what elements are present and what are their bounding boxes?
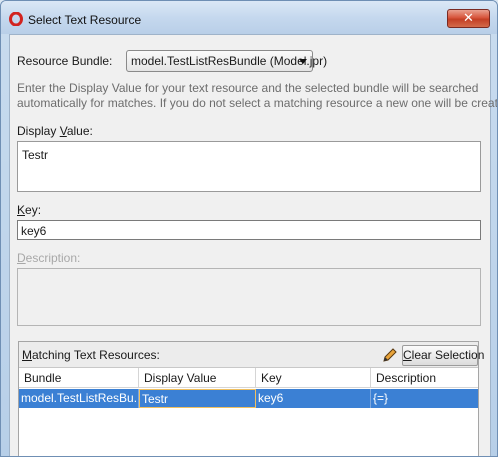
matching-resources-panel: Matching Text Resources: Clear Selection… xyxy=(18,341,484,456)
matching-resources-toolbar: Matching Text Resources: Clear Selection xyxy=(19,342,484,368)
oracle-ring-icon xyxy=(9,12,23,26)
key-value: key6 xyxy=(21,224,47,238)
title-bar[interactable]: Select Text Resource ✕ xyxy=(1,1,497,34)
matching-resources-label: Matching Text Resources: xyxy=(22,348,160,362)
hint-line-2: automatically for matches. If you do not… xyxy=(17,96,498,110)
description-textarea[interactable] xyxy=(17,268,481,326)
matching-label-post: atching Text Resources: xyxy=(32,348,160,362)
window-title: Select Text Resource xyxy=(28,13,142,27)
resource-bundle-label: Resource Bundle: xyxy=(17,54,112,68)
resource-bundle-value: model.TestListResBundle (Model.jpr) xyxy=(131,54,328,68)
column-header-key[interactable]: Key xyxy=(256,368,371,388)
dialog-window: Select Text Resource ✕ Resource Bundle: … xyxy=(0,0,498,457)
cell-display-value[interactable]: Testr xyxy=(139,389,256,408)
dialog-content: Resource Bundle: model.TestListResBundle… xyxy=(9,34,497,456)
pencil-icon[interactable] xyxy=(380,345,400,365)
key-label-post: ey: xyxy=(25,203,42,217)
description-label: Description: xyxy=(17,251,80,265)
column-header-display-value[interactable]: Display Value xyxy=(139,368,256,388)
chevron-down-icon xyxy=(299,59,307,64)
description-label-mnemonic: D xyxy=(17,251,26,265)
hint-line-1: Enter the Display Value for your text re… xyxy=(17,81,479,95)
table-header: Bundle Display Value Key Description xyxy=(19,368,478,388)
clear-selection-mnemonic: C xyxy=(403,348,412,362)
key-label-mnemonic: K xyxy=(17,203,26,217)
resource-bundle-select[interactable]: model.TestListResBundle (Model.jpr) xyxy=(126,50,327,72)
display-value-label-pre: Display xyxy=(17,124,60,138)
cell-key[interactable]: key6 xyxy=(256,389,371,408)
column-header-description[interactable]: Description xyxy=(371,368,480,388)
resource-bundle-label-text: Resource Bundle: xyxy=(17,54,113,68)
cell-description[interactable]: {=} xyxy=(371,389,480,408)
display-value-label-mnemonic: V xyxy=(59,124,67,138)
cell-bundle[interactable]: model.TestListResBu... xyxy=(19,389,139,408)
column-header-bundle[interactable]: Bundle xyxy=(19,368,139,388)
clear-selection-label: lear Selection xyxy=(411,348,485,362)
description-label-post: escription: xyxy=(25,251,81,265)
display-value-text: Testr xyxy=(22,148,49,162)
matching-label-mnemonic: M xyxy=(22,348,32,362)
display-value-textarea[interactable]: Testr xyxy=(17,141,481,192)
key-label: Key: xyxy=(17,203,41,217)
close-icon: ✕ xyxy=(463,11,474,26)
table-row[interactable]: model.TestListResBu... Testr key6 {=} xyxy=(19,389,478,408)
close-button[interactable]: ✕ xyxy=(447,9,490,28)
key-input[interactable]: key6 xyxy=(17,220,481,240)
clear-selection-button[interactable]: Clear Selection xyxy=(402,345,484,366)
display-value-label: Display Value: xyxy=(17,124,93,138)
display-value-label-post: alue: xyxy=(66,124,93,138)
